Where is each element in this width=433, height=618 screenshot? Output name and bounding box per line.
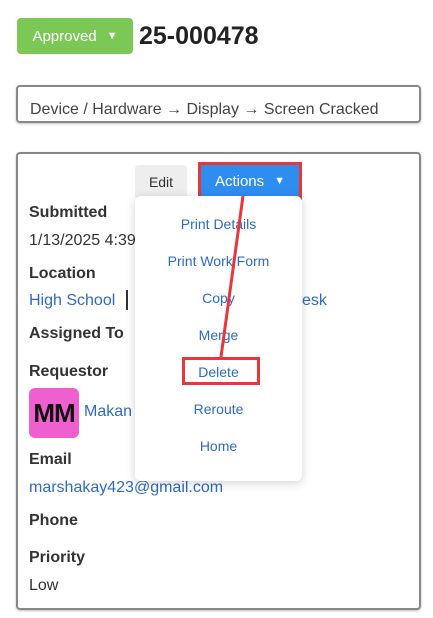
delete-highlight-box bbox=[182, 357, 260, 385]
location-separator bbox=[126, 290, 128, 310]
menu-item-print-work-form[interactable]: Print Work Form bbox=[135, 253, 302, 269]
ticket-id: 25-000478 bbox=[139, 22, 259, 50]
category-path: Device / Hardware → Display → Screen Cra… bbox=[30, 101, 379, 118]
menu-item-home[interactable]: Home bbox=[135, 438, 302, 454]
email-label: Email bbox=[29, 451, 72, 468]
requestor-link[interactable]: Makan bbox=[84, 403, 132, 421]
status-dropdown[interactable]: Approved ▼ bbox=[17, 18, 133, 54]
requestor-label: Requestor bbox=[29, 363, 109, 380]
priority-value: Low bbox=[29, 577, 59, 594]
location-link[interactable]: High School bbox=[29, 292, 115, 310]
menu-item-merge[interactable]: Merge bbox=[135, 327, 302, 343]
chevron-down-icon: ▼ bbox=[106, 30, 118, 42]
edit-button[interactable]: Edit bbox=[135, 165, 187, 199]
email-link[interactable]: marshakay423@gmail.com bbox=[29, 479, 223, 497]
submitted-value: 1/13/2025 4:39 bbox=[29, 232, 136, 249]
assigned-to-label: Assigned To bbox=[29, 325, 124, 342]
actions-label: Actions bbox=[214, 172, 265, 190]
priority-label: Priority bbox=[29, 549, 86, 566]
menu-item-reroute[interactable]: Reroute bbox=[135, 401, 302, 417]
chevron-down-icon: ▼ bbox=[274, 175, 286, 187]
menu-item-print-details[interactable]: Print Details bbox=[135, 216, 302, 232]
phone-label: Phone bbox=[29, 512, 78, 529]
category-field[interactable]: Device / Hardware → Display → Screen Cra… bbox=[16, 85, 421, 123]
location-label: Location bbox=[29, 265, 96, 282]
submitted-label: Submitted bbox=[29, 204, 108, 221]
actions-button[interactable]: Actions ▼ bbox=[198, 162, 302, 200]
actions-menu: Print Details Print Work Form Copy Merge… bbox=[135, 196, 302, 481]
avatar: MM bbox=[29, 388, 79, 438]
status-label: Approved bbox=[32, 27, 97, 45]
menu-item-copy[interactable]: Copy bbox=[135, 290, 302, 306]
location-link-2[interactable]: esk bbox=[302, 292, 327, 310]
